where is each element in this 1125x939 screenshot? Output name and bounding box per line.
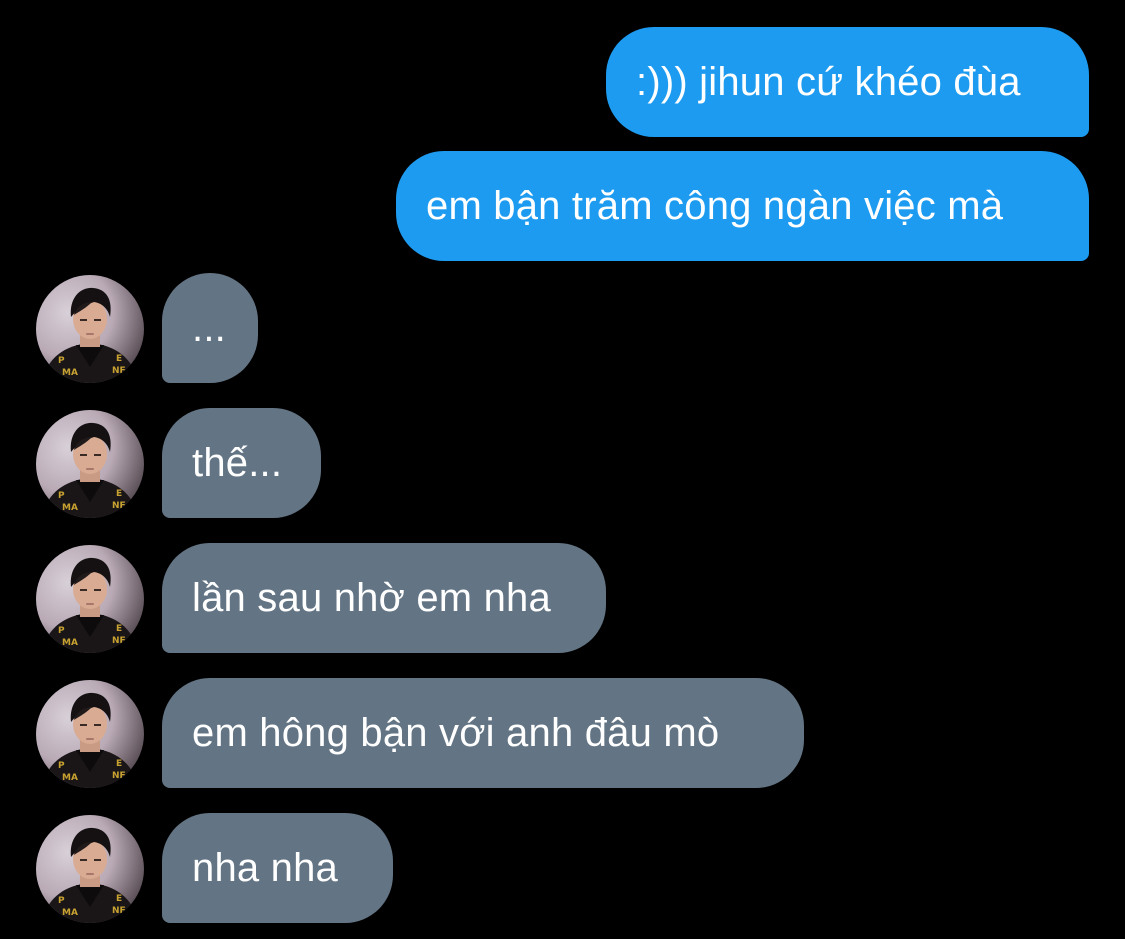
message-text: :))) jihun cứ khéo đùa xyxy=(636,59,1021,104)
profile-photo-icon xyxy=(36,410,144,518)
message-bubble-received[interactable]: ... xyxy=(162,273,258,383)
message-text: lần sau nhờ em nha xyxy=(192,575,551,620)
message-text: ... xyxy=(192,305,226,350)
message-bubble-received[interactable]: lần sau nhờ em nha xyxy=(162,543,606,653)
message-bubble-sent[interactable]: em bận trăm công ngàn việc mà xyxy=(396,151,1089,261)
message-text: nha nha xyxy=(192,845,338,890)
profile-photo-icon xyxy=(36,680,144,788)
avatar[interactable] xyxy=(36,815,144,923)
message-bubble-received[interactable]: nha nha xyxy=(162,813,393,923)
profile-photo-icon xyxy=(36,275,144,383)
message-text: thế... xyxy=(192,440,283,485)
message-text: em hông bận với anh đâu mò xyxy=(192,710,720,755)
avatar[interactable] xyxy=(36,275,144,383)
avatar[interactable] xyxy=(36,410,144,518)
avatar[interactable] xyxy=(36,680,144,788)
profile-photo-icon xyxy=(36,545,144,653)
profile-photo-icon xyxy=(36,815,144,923)
message-bubble-sent[interactable]: :))) jihun cứ khéo đùa xyxy=(606,27,1089,137)
message-bubble-received[interactable]: thế... xyxy=(162,408,321,518)
avatar[interactable] xyxy=(36,545,144,653)
message-text: em bận trăm công ngàn việc mà xyxy=(426,183,1004,228)
message-bubble-received[interactable]: em hông bận với anh đâu mò xyxy=(162,678,804,788)
